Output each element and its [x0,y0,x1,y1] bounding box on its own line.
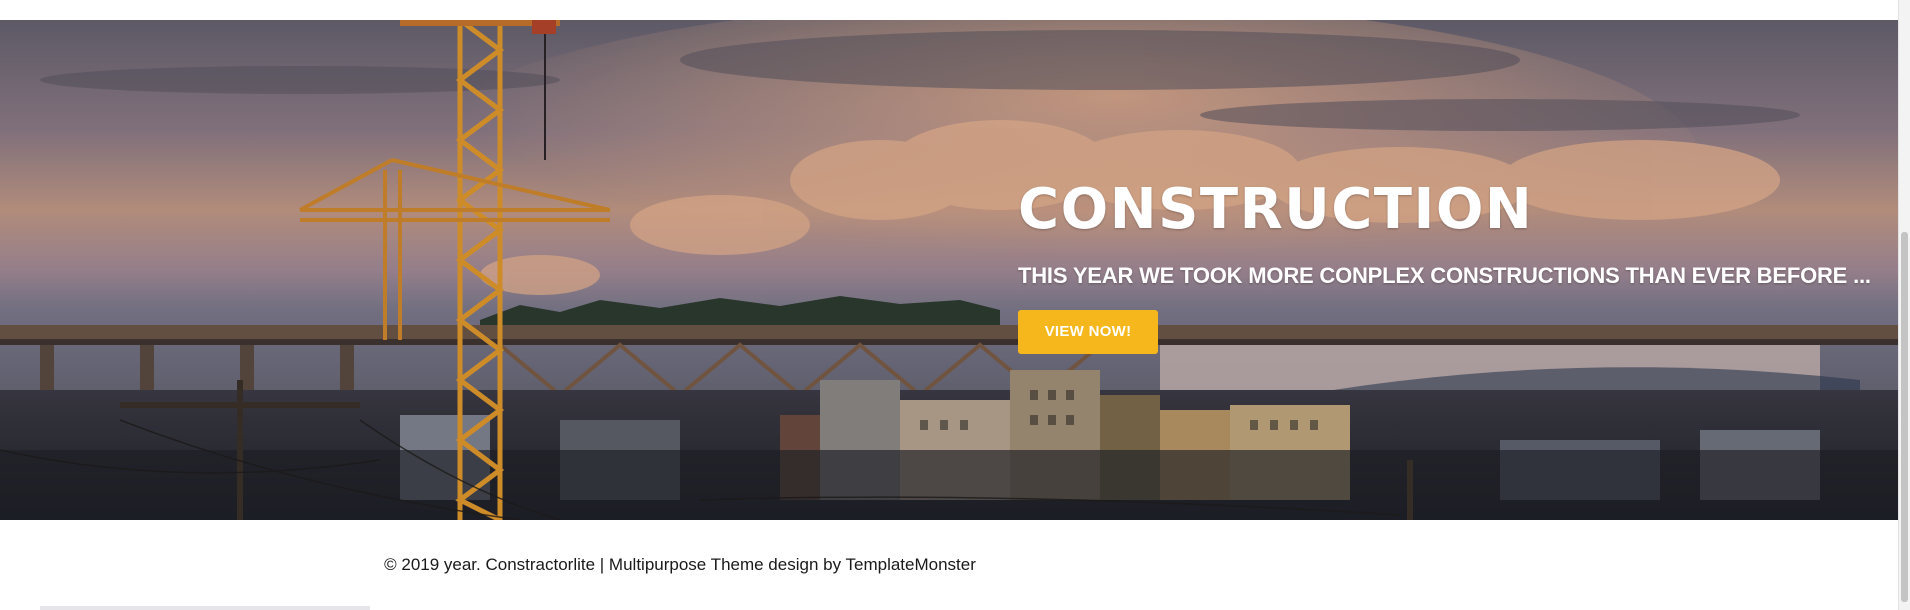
hero-content: CONSTRUCTION THIS YEAR WE TOOK MORE CONP… [1018,178,1878,354]
scrollbar-thumb[interactable] [1901,232,1908,602]
horizontal-scroll-track [40,606,370,610]
hero-subtitle: THIS YEAR WE TOOK MORE CONPLEX CONSTRUCT… [1018,263,1871,288]
hero-title: CONSTRUCTION [1018,177,1534,242]
view-now-button[interactable]: VIEW NOW! [1018,310,1158,354]
hero-banner: CONSTRUCTION THIS YEAR WE TOOK MORE CONP… [0,20,1898,520]
page: CONSTRUCTION THIS YEAR WE TOOK MORE CONP… [0,0,1910,610]
vertical-scrollbar[interactable] [1898,0,1910,610]
copyright-text: © 2019 year. Constractorlite | Multipurp… [384,555,976,574]
footer: © 2019 year. Constractorlite | Multipurp… [0,520,1898,606]
